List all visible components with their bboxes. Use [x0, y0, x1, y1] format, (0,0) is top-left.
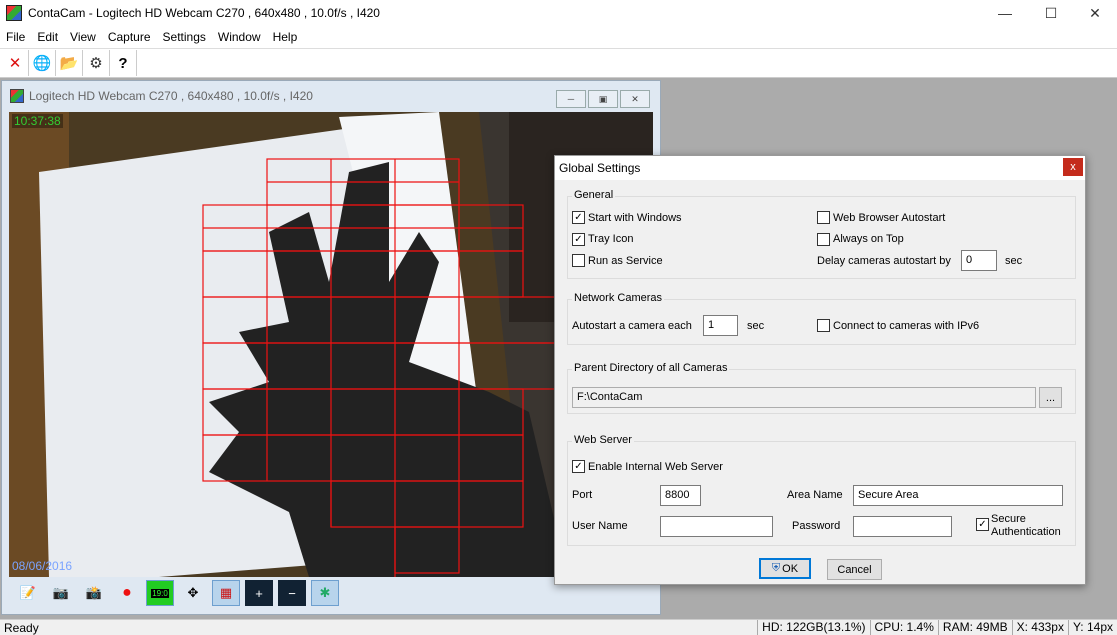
detection-grid-icon[interactable]: ▦ [212, 580, 240, 606]
snapshot-settings-icon[interactable]: 📷 [47, 580, 75, 606]
child-minimize-button[interactable]: ─ [556, 90, 586, 108]
autostart-each-field[interactable]: 1 [703, 315, 738, 336]
date-overlay: 08/06/2016 [12, 559, 73, 573]
parent-directory-group-label: Parent Directory of all Cameras [572, 362, 730, 374]
user-name-field[interactable] [660, 516, 773, 537]
contacam-app-icon [6, 5, 22, 21]
delay-autostart-label: Delay cameras autostart by [817, 255, 951, 267]
network-cameras-group: Network Cameras Autostart a camera each … [567, 292, 1076, 345]
delay-autostart-field[interactable]: 0 [961, 250, 997, 271]
port-field[interactable]: 8800 [660, 485, 701, 506]
autostart-each-unit: sec [747, 320, 765, 332]
timestamp-toggle-icon[interactable]: 19:0 [146, 580, 174, 606]
web-browser-autostart-checkbox[interactable] [817, 211, 830, 224]
camera-icon[interactable]: 📸 [80, 580, 108, 606]
menubar: File Edit View Capture Settings Window H… [0, 26, 1117, 48]
camera-window-icon [10, 89, 24, 103]
statusbar: Ready HD: 122GB(13.1%) CPU: 1.4% RAM: 49… [0, 619, 1117, 635]
tray-icon-label: Tray Icon [588, 233, 634, 245]
menu-help[interactable]: Help [267, 30, 304, 44]
parent-directory-group: Parent Directory of all Cameras F:\Conta… [567, 362, 1076, 414]
general-group-label: General [572, 189, 616, 201]
always-on-top-checkbox[interactable] [817, 233, 830, 246]
network-settings-icon[interactable]: ⚙ [83, 50, 110, 76]
ok-button-label: OK [782, 562, 799, 575]
shield-icon: ⛨ [771, 562, 781, 574]
status-hd: HD: 122GB(13.1%) [757, 619, 869, 635]
camera-window-titlebar: Logitech HD Webcam C270 , 640x480 , 10.0… [2, 81, 660, 111]
run-as-service-checkbox[interactable] [572, 254, 585, 267]
area-name-label: Area Name [787, 489, 843, 501]
web-browser-autostart-label: Web Browser Autostart [833, 212, 946, 224]
general-group: General ✓ Start with Windows ✓ Tray Icon… [567, 189, 1076, 279]
tray-icon-checkbox[interactable]: ✓ [572, 233, 585, 246]
child-restore-button[interactable]: ▣ [588, 90, 618, 108]
zone-remove-icon[interactable]: − [278, 580, 306, 606]
globe-icon[interactable]: 🌐 [29, 50, 56, 76]
start-with-windows-label: Start with Windows [588, 212, 682, 224]
browse-directory-button[interactable]: ... [1039, 387, 1062, 408]
child-close-button[interactable]: ✕ [620, 90, 650, 108]
menu-file[interactable]: File [0, 30, 31, 44]
secure-authentication-label-line1: Secure [991, 513, 1026, 525]
password-field[interactable] [853, 516, 952, 537]
enable-web-server-checkbox[interactable]: ✓ [572, 460, 585, 473]
close-camera-icon[interactable]: ✕ [2, 50, 29, 76]
start-with-windows-checkbox[interactable]: ✓ [572, 211, 585, 224]
menu-edit[interactable]: Edit [31, 30, 64, 44]
status-cpu: CPU: 1.4% [869, 619, 938, 635]
menu-window[interactable]: Window [212, 30, 267, 44]
password-label: Password [792, 520, 841, 532]
status-x: X: 433px [1011, 619, 1068, 635]
open-folder-icon[interactable]: 📂 [56, 50, 83, 76]
move-detection-zone-icon[interactable]: ✥ [179, 580, 207, 606]
minimize-button[interactable]: — [982, 0, 1028, 26]
ipv6-label: Connect to cameras with IPv6 [833, 320, 980, 332]
delay-autostart-unit: sec [1005, 255, 1023, 267]
maximize-button[interactable]: ☐ [1028, 0, 1074, 26]
global-settings-dialog: Global Settings x General ✓ Start with W… [554, 155, 1086, 585]
web-server-group: Web Server ✓ Enable Internal Web Server … [567, 434, 1076, 546]
autostart-each-label: Autostart a camera each [572, 320, 692, 332]
camera-window-title: Logitech HD Webcam C270 , 640x480 , 10.0… [29, 89, 313, 103]
app-titlebar: ContaCam - Logitech HD Webcam C270 , 640… [0, 0, 1117, 26]
time-overlay: 10:37:38 [12, 114, 63, 128]
always-on-top-label: Always on Top [833, 233, 904, 245]
zone-add-icon[interactable]: + [245, 580, 273, 606]
close-button[interactable]: ✕ [1072, 0, 1117, 26]
run-as-service-label: Run as Service [588, 255, 663, 267]
camera-settings-icon[interactable]: 📝 [14, 580, 42, 606]
status-ram: RAM: 49MB [937, 619, 1012, 635]
main-toolbar: ✕ 🌐 📂 ⚙ ? [0, 48, 1117, 78]
area-name-field[interactable]: Secure Area [853, 485, 1063, 506]
parent-directory-field[interactable]: F:\ContaCam [572, 387, 1036, 408]
ok-button[interactable]: ⛨ OK [759, 558, 811, 579]
motion-detection-icon[interactable]: ✱ [311, 580, 339, 606]
dialog-titlebar: Global Settings x [555, 156, 1085, 180]
network-cameras-group-label: Network Cameras [572, 292, 665, 304]
ipv6-checkbox[interactable] [817, 319, 830, 332]
secure-authentication-label-line2: Authentication [991, 526, 1061, 538]
record-icon[interactable]: ● [113, 580, 141, 606]
help-icon[interactable]: ? [110, 50, 137, 76]
secure-authentication-checkbox[interactable]: ✓ [976, 518, 989, 531]
user-name-label: User Name [572, 520, 628, 532]
dialog-title: Global Settings [559, 161, 641, 175]
web-server-group-label: Web Server [572, 434, 634, 446]
enable-web-server-label: Enable Internal Web Server [588, 461, 723, 473]
status-y: Y: 14px [1067, 619, 1117, 635]
dialog-close-button[interactable]: x [1063, 158, 1083, 176]
menu-capture[interactable]: Capture [102, 30, 157, 44]
cancel-button[interactable]: Cancel [827, 559, 882, 580]
menu-view[interactable]: View [64, 30, 102, 44]
port-label: Port [572, 489, 593, 501]
status-ready: Ready [4, 620, 39, 635]
menu-settings[interactable]: Settings [157, 30, 212, 44]
app-title: ContaCam - Logitech HD Webcam C270 , 640… [28, 6, 380, 20]
